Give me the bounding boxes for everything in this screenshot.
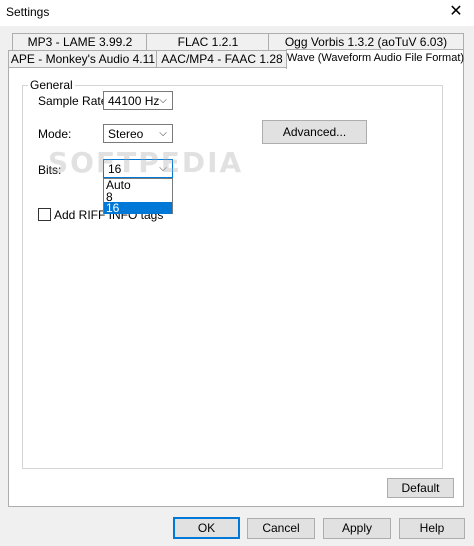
tab-label: Wave (Waveform Audio File Format) [287, 52, 465, 64]
tab-wave[interactable]: Wave (Waveform Audio File Format) [286, 49, 464, 69]
sample-rate-label: Sample Rate: [38, 94, 111, 108]
general-groupbox [22, 85, 443, 469]
tab-label: AAC/MP4 - FAAC 1.28 [161, 52, 283, 66]
tab-aac-mp4[interactable]: AAC/MP4 - FAAC 1.28 [156, 50, 288, 68]
bits-dropdown-list: Auto 8 16 [103, 178, 173, 214]
bits-option-auto[interactable]: Auto [104, 179, 172, 191]
close-icon[interactable]: ✕ [446, 2, 466, 22]
bits-option-16[interactable]: 16 [104, 202, 172, 214]
riff-checkbox[interactable] [38, 208, 51, 221]
tab-mp3[interactable]: MP3 - LAME 3.99.2 [12, 33, 148, 51]
cancel-button[interactable]: Cancel [247, 518, 315, 539]
mode-label: Mode: [38, 127, 72, 141]
tab-ape[interactable]: APE - Monkey's Audio 4.11 [8, 50, 158, 68]
tab-label: APE - Monkey's Audio 4.11 [10, 52, 156, 66]
tab-flac[interactable]: FLAC 1.2.1 [146, 33, 270, 51]
chevron-down-icon[interactable]: ⌵ [156, 126, 170, 142]
title-bar: Settings ✕ [0, 0, 474, 26]
sample-rate-select[interactable]: 44100 Hz ⌵ [103, 91, 173, 110]
advanced-button[interactable]: Advanced... [262, 120, 367, 144]
tab-label: MP3 - LAME 3.99.2 [27, 35, 133, 49]
chevron-down-icon[interactable]: ⌵ [156, 93, 170, 109]
mode-select[interactable]: Stereo ⌵ [103, 124, 173, 143]
softpedia-watermark: SOFTPEDIA [48, 146, 244, 179]
window-title: Settings [6, 5, 50, 19]
sample-rate-value: 44100 Hz [108, 94, 160, 108]
mode-value: Stereo [108, 127, 144, 141]
general-group-label: General [28, 78, 75, 92]
default-button[interactable]: Default [387, 478, 454, 498]
apply-button[interactable]: Apply [323, 518, 391, 539]
ok-button[interactable]: OK [173, 517, 240, 539]
tab-label: FLAC 1.2.1 [177, 35, 239, 49]
help-button[interactable]: Help [399, 518, 465, 539]
tab-label: Ogg Vorbis 1.3.2 (aoTuV 6.03) [284, 35, 448, 49]
